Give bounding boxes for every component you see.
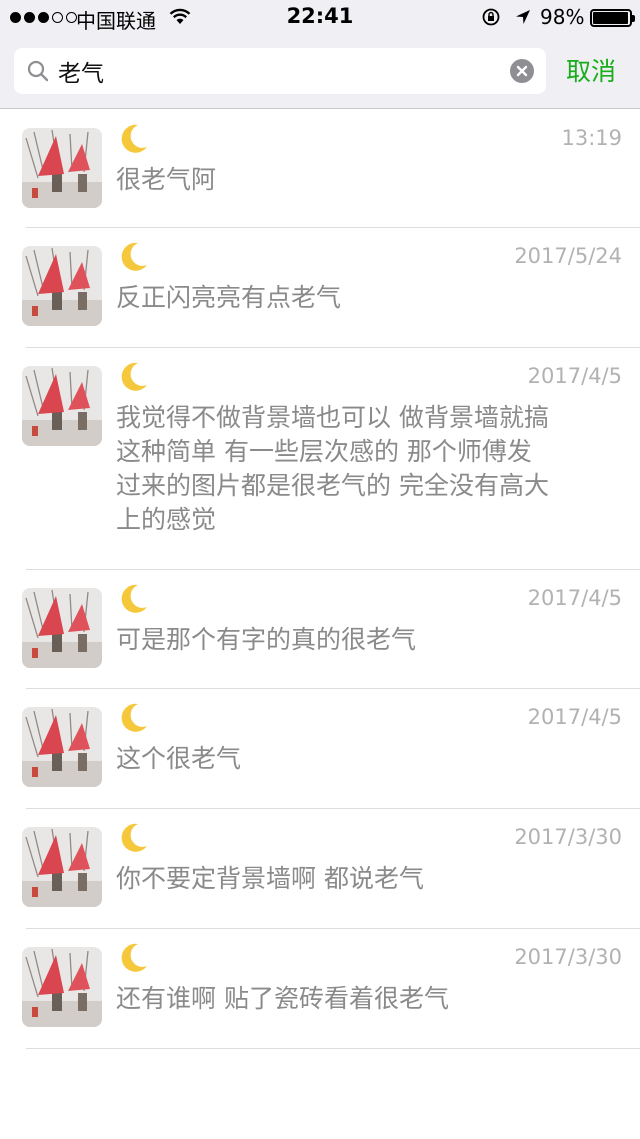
avatar-photo bbox=[22, 366, 102, 446]
search-header: 取消 bbox=[0, 36, 640, 109]
list-item[interactable]: 2017/5/24 反正闪亮亮有点老气 bbox=[0, 228, 640, 348]
moon-icon bbox=[116, 122, 150, 156]
message-text: 这个很老气 bbox=[116, 744, 242, 773]
message-text: 可是那个有字的真的很老气 bbox=[116, 625, 417, 654]
message-time: 2017/5/24 bbox=[514, 244, 622, 268]
moon-icon bbox=[116, 821, 150, 855]
status-bar: 中国联通 22:41 98% bbox=[0, 0, 640, 36]
message-text: 还有谁啊 贴了瓷砖看着很老气 bbox=[116, 984, 449, 1013]
list-item[interactable]: 13:19 很老气阿 bbox=[0, 110, 640, 228]
list-item[interactable]: 2017/4/5 这个很老气 bbox=[0, 689, 640, 809]
avatar-photo bbox=[22, 246, 102, 326]
list-item[interactable]: 2017/4/5 我觉得不做背景墙也可以 做背景墙就搞这种简单 有一些层次感的 … bbox=[0, 348, 640, 570]
location-arrow-icon bbox=[516, 10, 530, 24]
moon-icon bbox=[116, 360, 150, 394]
moon-icon bbox=[116, 240, 150, 274]
list-item[interactable]: 2017/4/5 可是那个有字的真的很老气 bbox=[0, 570, 640, 689]
battery-level-fill bbox=[593, 12, 629, 24]
message-text: 我觉得不做背景墙也可以 做背景墙就搞这种简单 有一些层次感的 那个师傅发过来的图… bbox=[116, 403, 549, 534]
battery-tip bbox=[632, 15, 635, 22]
moon-icon bbox=[116, 701, 150, 735]
message-time: 13:19 bbox=[561, 126, 622, 150]
list-item[interactable]: 2017/3/30 还有谁啊 贴了瓷砖看着很老气 bbox=[0, 929, 640, 1049]
orientation-lock-icon bbox=[482, 8, 500, 26]
avatar-photo bbox=[22, 707, 102, 787]
battery-percent: 98% bbox=[540, 5, 585, 29]
moon-icon bbox=[116, 941, 150, 975]
avatar[interactable] bbox=[22, 246, 102, 326]
message-text: 反正闪亮亮有点老气 bbox=[116, 283, 342, 312]
search-field[interactable] bbox=[14, 48, 546, 94]
cancel-button[interactable]: 取消 bbox=[566, 52, 616, 88]
avatar[interactable] bbox=[22, 366, 102, 446]
message-time: 2017/4/5 bbox=[527, 364, 622, 388]
avatar[interactable] bbox=[22, 588, 102, 668]
divider bbox=[26, 1048, 640, 1049]
avatar-photo bbox=[22, 827, 102, 907]
search-icon bbox=[27, 60, 49, 82]
clear-icon[interactable] bbox=[510, 59, 534, 83]
message-time: 2017/3/30 bbox=[514, 825, 622, 849]
list-item[interactable]: 2017/3/30 你不要定背景墙啊 都说老气 bbox=[0, 809, 640, 929]
avatar-photo bbox=[22, 588, 102, 668]
moon-icon bbox=[116, 582, 150, 616]
message-time: 2017/3/30 bbox=[514, 945, 622, 969]
battery-icon bbox=[590, 9, 635, 27]
message-text: 你不要定背景墙啊 都说老气 bbox=[116, 864, 424, 893]
avatar[interactable] bbox=[22, 827, 102, 907]
avatar-photo bbox=[22, 947, 102, 1027]
search-input[interactable] bbox=[58, 52, 478, 90]
avatar[interactable] bbox=[22, 947, 102, 1027]
avatar[interactable] bbox=[22, 128, 102, 208]
message-time: 2017/4/5 bbox=[527, 705, 622, 729]
message-time: 2017/4/5 bbox=[527, 586, 622, 610]
avatar-photo bbox=[22, 128, 102, 208]
message-text: 很老气阿 bbox=[116, 165, 217, 194]
avatar[interactable] bbox=[22, 707, 102, 787]
